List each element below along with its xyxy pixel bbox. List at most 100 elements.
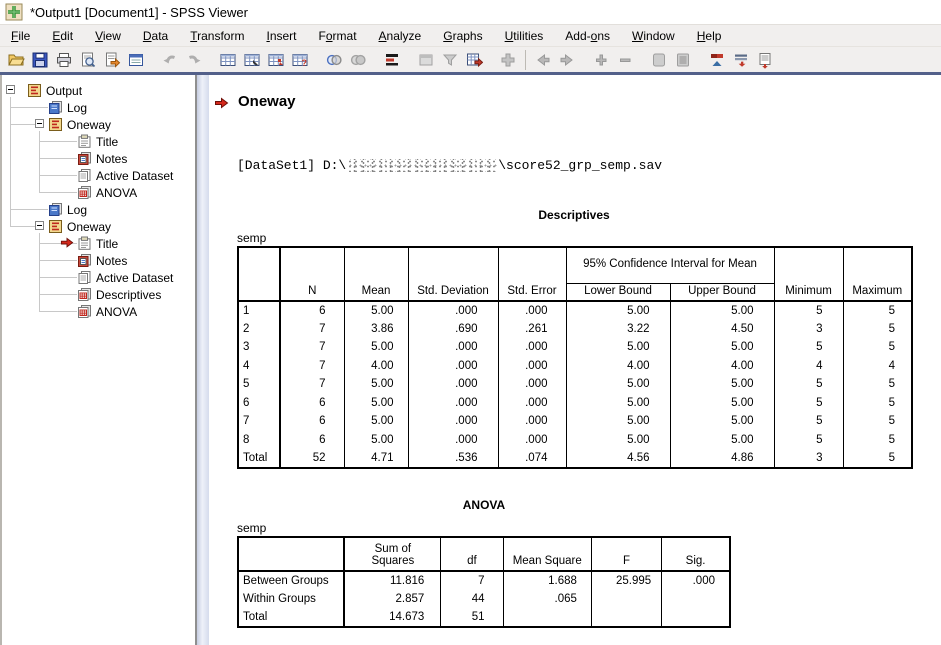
show-icon[interactable]: [647, 49, 671, 71]
tree-item-label: Output: [43, 84, 82, 98]
spss-viewer-window: *Output1 [Document1] - SPSS Viewer FileE…: [0, 0, 941, 645]
desc-cell: 5: [843, 412, 912, 431]
select-last-output-icon[interactable]: [462, 49, 486, 71]
desc-cell: .000: [408, 357, 498, 376]
demote-icon[interactable]: [555, 49, 579, 71]
outline-tree-panel: OutputLogOnewayTitleNotesActive DatasetA…: [0, 75, 197, 645]
tree-item-notes[interactable]: Notes: [93, 252, 127, 269]
anova-cell: 44: [441, 590, 503, 609]
menu-utilities[interactable]: Utilities: [494, 26, 555, 46]
menu-graphs[interactable]: Graphs: [432, 26, 493, 46]
output-heading-oneway[interactable]: Oneway: [238, 93, 296, 110]
tree-guide-line: [39, 294, 77, 295]
tree-item-title[interactable]: Title: [93, 133, 118, 150]
tree-item-active-dataset[interactable]: Active Dataset: [93, 167, 173, 184]
desc-row-label: Total: [238, 449, 280, 468]
anova-cell: [662, 608, 730, 627]
desc-cell: 5: [843, 375, 912, 394]
menu-transform[interactable]: Transform: [179, 26, 255, 46]
tree-item-descriptives[interactable]: Descriptives: [93, 286, 161, 303]
menu-data[interactable]: Data: [132, 26, 179, 46]
desc-cell: 4.00: [566, 357, 670, 376]
expand-icon[interactable]: [589, 49, 613, 71]
desc-cell: 5.00: [566, 412, 670, 431]
variables-icon[interactable]: ?: [288, 49, 312, 71]
show-all-icon[interactable]: [414, 49, 438, 71]
tree-expander-oneway[interactable]: [35, 119, 44, 128]
tree-item-log[interactable]: Log: [64, 201, 87, 218]
tree-item-anova[interactable]: ANOVA: [93, 303, 137, 320]
tree-item-anova[interactable]: ANOVA: [93, 184, 137, 201]
goto-data-icon[interactable]: [216, 49, 240, 71]
anova-cell: [662, 590, 730, 609]
redo-icon[interactable]: [182, 49, 206, 71]
menu-addons[interactable]: Add-ons: [554, 26, 621, 46]
tree-item-oneway[interactable]: Oneway: [64, 116, 111, 133]
export-icon[interactable]: [100, 49, 124, 71]
desc-cell: 5.00: [670, 394, 774, 413]
select-cases-icon[interactable]: [346, 49, 370, 71]
anova-cell: [591, 608, 661, 627]
descriptives-table[interactable]: NMeanStd. DeviationStd. Error95% Confide…: [237, 246, 913, 469]
tree-expander-output[interactable]: [6, 85, 15, 94]
tree-guide-line: [10, 107, 48, 108]
tree-expander-oneway[interactable]: [35, 221, 44, 230]
menu-file[interactable]: File: [0, 26, 41, 46]
tree-item-title[interactable]: Title: [93, 235, 118, 252]
desc-cell: 5.00: [566, 431, 670, 450]
menu-format[interactable]: Format: [308, 26, 368, 46]
menu-window[interactable]: Window: [621, 26, 686, 46]
insert-text-icon[interactable]: [753, 49, 777, 71]
anova-cell: .065: [503, 590, 591, 609]
tree-item-active-dataset[interactable]: Active Dataset: [93, 269, 173, 286]
recall-dialogs-icon[interactable]: [124, 49, 148, 71]
use-sets-icon[interactable]: [380, 49, 404, 71]
desc-cell: 5: [843, 449, 912, 468]
insert-title-icon[interactable]: [729, 49, 753, 71]
log-icon: [48, 202, 63, 217]
print-icon[interactable]: [52, 49, 76, 71]
anova-cell: 2.857: [344, 590, 440, 609]
anova-col-header: df: [441, 537, 503, 571]
designate-window-icon[interactable]: [496, 49, 520, 71]
collapse-icon[interactable]: [613, 49, 637, 71]
desc-cell: 3: [774, 449, 843, 468]
tree-item-log[interactable]: Log: [64, 99, 87, 116]
desc-col-header: N: [280, 247, 344, 301]
tree-item-output[interactable]: Output: [43, 82, 82, 99]
menu-analyze[interactable]: Analyze: [368, 26, 433, 46]
save-icon[interactable]: [28, 49, 52, 71]
log-icon: [48, 100, 63, 115]
promote-icon[interactable]: [531, 49, 555, 71]
goto-output-icon[interactable]: [438, 49, 462, 71]
menu-view[interactable]: View: [84, 26, 132, 46]
svg-text:?: ?: [302, 58, 308, 68]
undo-icon[interactable]: [158, 49, 182, 71]
open-file-icon[interactable]: [4, 49, 28, 71]
tree-item-oneway[interactable]: Oneway: [64, 218, 111, 235]
insert-heading-icon[interactable]: [705, 49, 729, 71]
dataset-log-line[interactable]: [DataSet1] D:\\score52_grp_semp.sav: [237, 158, 662, 173]
menu-help[interactable]: Help: [686, 26, 733, 46]
tree-guide-line: [39, 277, 77, 278]
menu-insert[interactable]: Insert: [255, 26, 307, 46]
anova-cell: 14.673: [344, 608, 440, 627]
desc-cell: 5: [774, 431, 843, 450]
desc-cell: .536: [408, 449, 498, 468]
anova-cell: 1.688: [503, 571, 591, 590]
desc-cell: 5: [843, 301, 912, 320]
menu-edit[interactable]: Edit: [41, 26, 84, 46]
notes-icon: [77, 253, 92, 268]
find-icon[interactable]: [322, 49, 346, 71]
print-preview-icon[interactable]: [76, 49, 100, 71]
anova-table[interactable]: Sum of SquaresdfMean SquareFSig.Between …: [237, 536, 731, 628]
redacted-path-scribble: [347, 159, 497, 172]
pane-splitter[interactable]: [197, 75, 209, 645]
goto-case-icon[interactable]: [240, 49, 264, 71]
descriptives-table-caption: semp: [237, 231, 266, 245]
goto-variable-icon[interactable]: [264, 49, 288, 71]
desc-cell: .000: [408, 394, 498, 413]
tree-item-notes[interactable]: Notes: [93, 150, 127, 167]
hide-icon[interactable]: [671, 49, 695, 71]
desc-cell: 52: [280, 449, 344, 468]
